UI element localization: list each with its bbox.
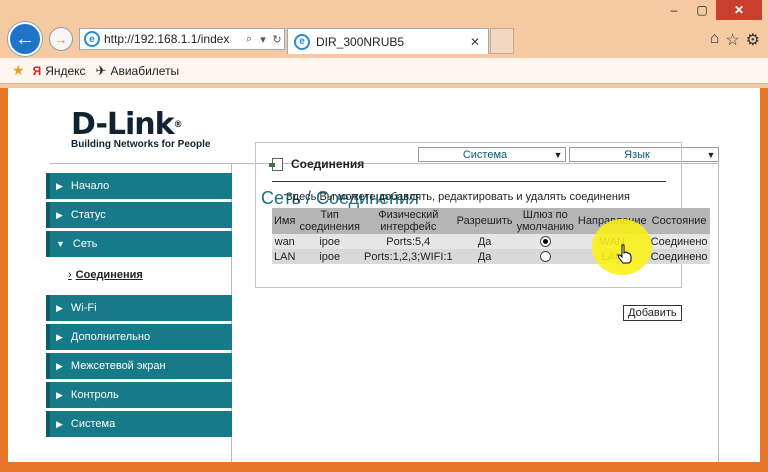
browser-chrome: – ▢ ✕ ← → e http://192.168.1.1/index ⌕ ▾…	[0, 0, 768, 88]
sidebar-item-status[interactable]: ▶ Статус	[46, 202, 232, 228]
address-url[interactable]: http://192.168.1.1/index	[104, 32, 242, 46]
refresh-icon[interactable]: ↻	[270, 33, 284, 46]
dlink-logo: D-Link® Building Networks for People	[71, 107, 211, 151]
column-header: Разрешить	[454, 208, 515, 234]
column-header: Физический интерфейс	[361, 208, 455, 234]
sidebar-item-firewall[interactable]: ▶ Межсетевой экран	[46, 353, 232, 379]
hand-pointer-icon	[617, 244, 632, 264]
cell-enabled: Да	[454, 249, 515, 264]
sidebar: ▶ Начало ▶ Статус ▼ Сеть › Соединения ▶ Wi-Fi…	[46, 173, 232, 440]
sidebar-item-system[interactable]: ▶ Система	[46, 411, 232, 437]
panel-title: Соединения	[269, 157, 365, 171]
panel-title-text: Соединения	[291, 157, 365, 171]
chevron-right-icon: ▶	[56, 331, 63, 342]
gear-icon[interactable]: ⚙	[746, 30, 760, 50]
add-favorite-star-icon[interactable]: ★	[12, 62, 25, 79]
column-header: Состояние	[648, 208, 710, 234]
sidebar-item-label: Начало	[70, 180, 110, 192]
chevron-down-icon: ▼	[706, 149, 716, 160]
chevron-right-icon: ▶	[56, 360, 63, 371]
chevron-down-icon: ▼	[56, 239, 65, 249]
cell-interface: Ports:1,2,3;WIFI:1	[361, 249, 455, 264]
favorite-link[interactable]: Яндекс	[45, 64, 85, 78]
column-header: Тип соединения	[297, 208, 362, 234]
search-icon[interactable]: ⌕	[242, 33, 256, 46]
panel-description: Здесь Вы можете добавлять, редактировать…	[286, 191, 630, 203]
maximize-icon[interactable]: ▢	[688, 0, 716, 20]
tab-title: DIR_300NRUB5	[316, 34, 405, 49]
sidebar-item-label: Система	[70, 418, 116, 430]
chevron-right-icon: ▶	[56, 302, 63, 313]
sidebar-item-label: Дополнительно	[70, 331, 151, 343]
default-gateway-radio[interactable]	[539, 251, 551, 263]
minimize-icon[interactable]: –	[660, 0, 688, 20]
browser-tab[interactable]: e DIR_300NRUB5 ✕	[287, 28, 489, 54]
sidebar-item-home[interactable]: ▶ Начало	[46, 173, 232, 199]
logo-brand: D-Link	[71, 107, 175, 142]
cell-name: LAN	[272, 249, 298, 264]
sidebar-item-label: Межсетевой экран	[70, 360, 166, 372]
cell-type: ipoe	[297, 249, 362, 264]
sidebar-item-network[interactable]: ▼ Сеть	[46, 231, 232, 257]
sidebar-subitem-label: Соединения	[75, 269, 143, 281]
logo-tagline: Building Networks for People	[71, 139, 211, 150]
sidebar-item-wifi[interactable]: ▶ Wi-Fi	[46, 295, 232, 321]
sidebar-item-advanced[interactable]: ▶ Дополнительно	[46, 324, 232, 350]
favorite-link[interactable]: Авиабилеты	[110, 64, 179, 78]
new-tab-button[interactable]	[490, 28, 514, 54]
airplane-icon: ✈	[95, 62, 107, 78]
cell-interface: Ports:5,4	[361, 234, 455, 249]
sidebar-item-label: Статус	[70, 209, 106, 221]
yandex-icon: Я	[32, 63, 42, 78]
ie-icon: e	[294, 33, 310, 50]
chevron-right-icon: ▶	[56, 180, 63, 191]
back-arrow-icon[interactable]: ←	[8, 22, 42, 56]
forward-arrow-icon[interactable]: →	[49, 27, 73, 51]
cell-enabled: Да	[454, 234, 515, 249]
column-header: Имя	[272, 208, 298, 234]
default-gateway-radio[interactable]	[539, 236, 551, 248]
cell-name: wan	[272, 234, 298, 249]
tab-close-icon[interactable]: ✕	[470, 35, 488, 49]
address-bar[interactable]: e http://192.168.1.1/index ⌕ ▾ ↻	[79, 28, 285, 50]
ie-icon: e	[84, 31, 100, 47]
divider	[272, 181, 666, 182]
chevron-right-icon: ▶	[56, 418, 63, 429]
bullet-icon: ›	[68, 269, 72, 281]
close-icon[interactable]: ✕	[716, 0, 762, 20]
window-frame-bottom	[0, 462, 768, 472]
sidebar-item-label: Wi-Fi	[70, 302, 97, 314]
cell-type: ipoe	[297, 234, 362, 249]
chevron-right-icon: ▶	[56, 389, 63, 400]
sidebar-item-label: Контроль	[70, 389, 119, 401]
add-connection-button[interactable]: Добавить	[623, 305, 682, 321]
cell-gateway	[514, 249, 576, 264]
sidebar-subitem-connections[interactable]: › Соединения	[46, 261, 232, 289]
sidebar-item-label: Сеть	[72, 238, 98, 250]
home-icon[interactable]: ⌂	[710, 30, 720, 50]
window-controls: – ▢ ✕	[660, 0, 762, 20]
favorites-bar: ★ Я Яндекс ✈ Авиабилеты	[0, 58, 768, 84]
column-header: Шлюз по умолчанию	[514, 208, 576, 234]
document-icon	[269, 157, 283, 171]
browser-tools: ⌂ ☆ ⚙	[710, 30, 760, 50]
cell-state: Соединено	[648, 249, 710, 264]
dropdown-icon[interactable]: ▾	[256, 33, 270, 46]
sidebar-item-control[interactable]: ▶ Контроль	[46, 382, 232, 408]
chevron-right-icon: ▶	[56, 209, 63, 220]
cell-state: Соединено	[648, 234, 710, 249]
favorites-star-icon[interactable]: ☆	[725, 30, 739, 50]
cell-gateway	[514, 234, 576, 249]
